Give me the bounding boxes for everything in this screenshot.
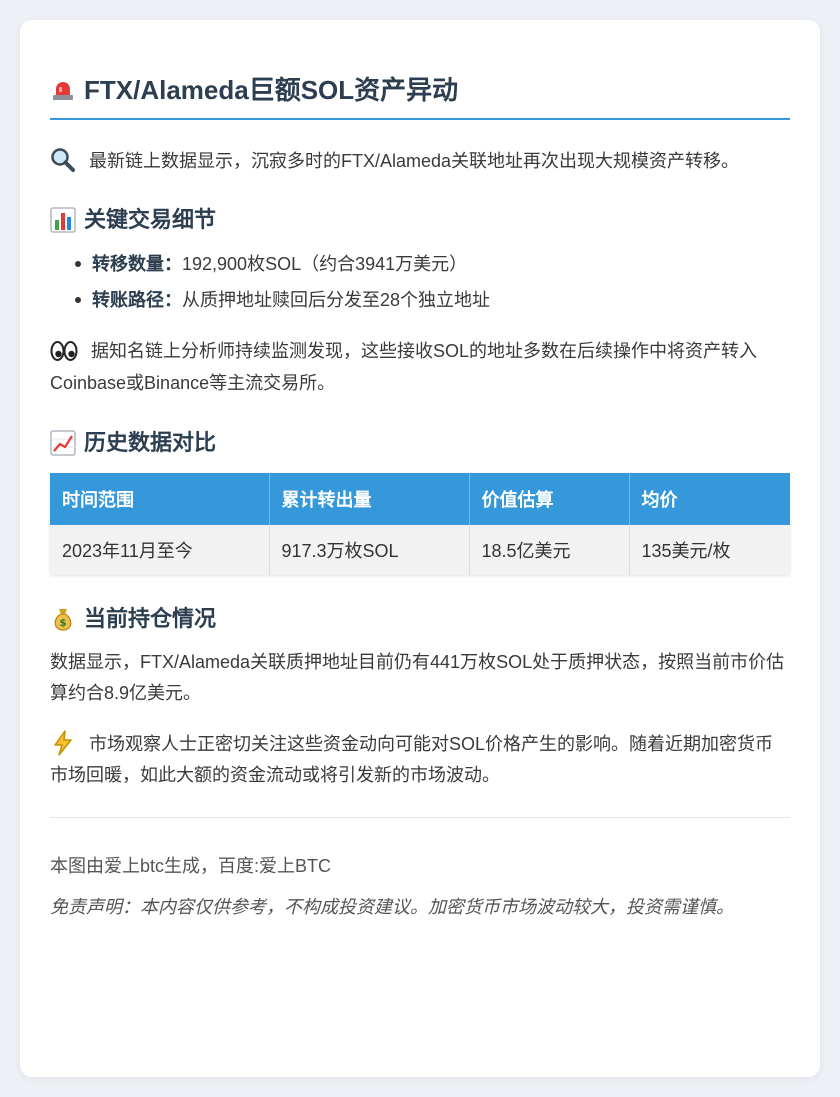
article-card: FTX/Alameda巨额SOL资产异动 最新链上数据显示，沉寂多时的FTX/A… <box>20 20 820 1077</box>
table-header-cell: 均价 <box>629 472 790 525</box>
table-header-cell: 价值估算 <box>469 472 630 525</box>
market-paragraph: 市场观察人士正密切关注这些资金动向可能对SOL价格产生的影响。随着近期加密货币市… <box>50 729 790 791</box>
table-cell: 917.3万枚SOL <box>269 524 470 575</box>
money-bag-icon: $ <box>54 608 72 631</box>
holdings-paragraph: 数据显示，FTX/Alameda关联质押地址目前仍有441万枚SOL处于质押状态… <box>50 651 785 703</box>
list-item: 转移数量：192,900枚SOL（约合3941万美元） <box>75 246 790 282</box>
bar-chart-icon <box>50 207 76 233</box>
details-list: 转移数量：192,900枚SOL（约合3941万美元） 转账路径：从质押地址赎回… <box>50 246 790 318</box>
holdings-heading: $ 当前持仓情况 <box>50 603 790 635</box>
analysis-paragraph: 据知名链上分析师持续监测发现，这些接收SOL的地址多数在后续操作中将资产转入Co… <box>50 336 790 398</box>
rotating-light-icon <box>53 82 73 100</box>
eyes-icon <box>50 340 78 361</box>
detail-value: 192,900枚SOL（约合3941万美元） <box>182 254 468 275</box>
footer-divider <box>50 816 790 818</box>
lightning-icon <box>54 730 72 756</box>
disclaimer: 免责声明：本内容仅供参考，不构成投资建议。加密货币市场波动较大，投资需谨慎。 <box>50 896 734 917</box>
table-header-row: 时间范围 累计转出量 价值估算 均价 <box>50 472 790 525</box>
history-table: 时间范围 累计转出量 价值估算 均价 2023年11月至今 917.3万枚SOL… <box>50 472 790 575</box>
intro-text: 最新链上数据显示，沉寂多时的FTX/Alameda关联地址再次出现大规模资产转移… <box>89 151 740 171</box>
details-heading: 关键交易细节 <box>50 204 790 236</box>
footer-note: 本图由爱上btc生成，百度:爱上BTC <box>50 855 332 876</box>
detail-value: 从质押地址赎回后分发至28个独立地址 <box>182 290 491 311</box>
magnifier-icon <box>51 148 75 173</box>
page-title-text: FTX/Alameda巨额SOL资产异动 <box>84 75 459 105</box>
page-title: FTX/Alameda巨额SOL资产异动 <box>50 72 790 120</box>
market-text: 市场观察人士正密切关注这些资金动向可能对SOL价格产生的影响。随着近期加密货币市… <box>50 733 774 785</box>
table-cell: 18.5亿美元 <box>469 524 630 575</box>
list-item: 转账路径：从质押地址赎回后分发至28个独立地址 <box>75 282 790 318</box>
trending-up-chart-icon <box>50 429 76 456</box>
table-header-cell: 累计转出量 <box>269 472 470 525</box>
intro-paragraph: 最新链上数据显示，沉寂多时的FTX/Alameda关联地址再次出现大规模资产转移… <box>50 146 790 177</box>
history-heading: 历史数据对比 <box>50 427 790 459</box>
detail-label: 转移数量： <box>92 254 182 275</box>
detail-label: 转账路径： <box>92 290 182 311</box>
analysis-text: 据知名链上分析师持续监测发现，这些接收SOL的地址多数在后续操作中将资产转入Co… <box>50 341 758 393</box>
svg-text:$: $ <box>60 618 67 629</box>
table-header-cell: 时间范围 <box>50 472 270 525</box>
table-cell: 2023年11月至今 <box>50 524 270 575</box>
history-heading-text: 历史数据对比 <box>84 429 217 455</box>
table-row: 2023年11月至今 917.3万枚SOL 18.5亿美元 135美元/枚 <box>50 524 790 575</box>
holdings-heading-text: 当前持仓情况 <box>84 605 217 631</box>
details-heading-text: 关键交易细节 <box>84 207 217 233</box>
table-cell: 135美元/枚 <box>629 524 790 575</box>
